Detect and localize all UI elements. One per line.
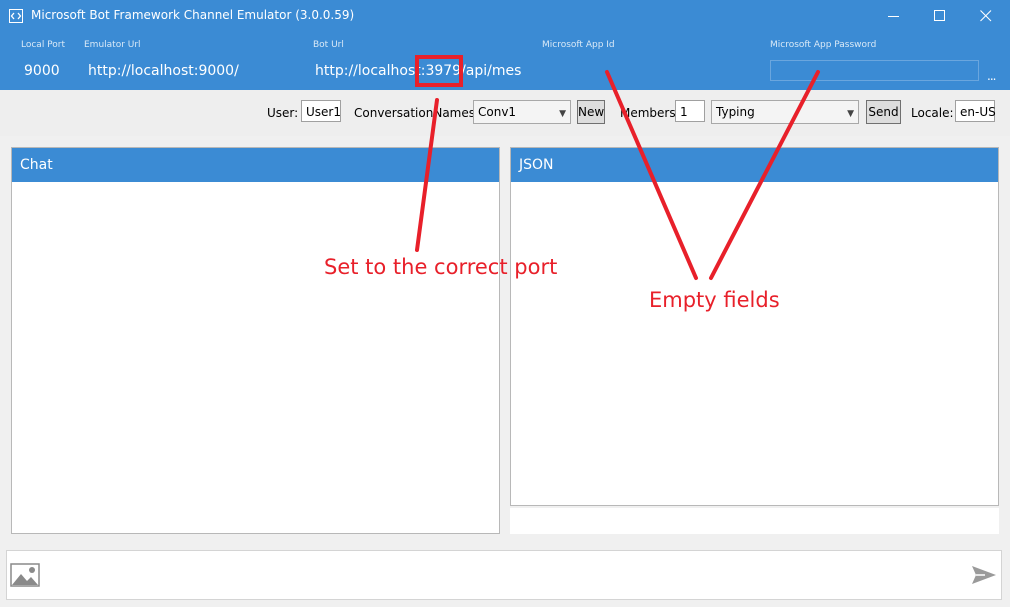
port-annotation-text: Set to the correct port — [324, 255, 558, 279]
conversation-select-value: Conv1 — [478, 105, 517, 119]
send-activity-button[interactable]: Send — [866, 100, 901, 124]
bot-url-label: Bot Url — [313, 40, 344, 50]
local-port-label: Local Port — [21, 40, 66, 50]
user-input[interactable]: User1 — [301, 100, 341, 122]
locale-input[interactable]: en-US — [955, 100, 996, 122]
emulator-url-field[interactable]: http://localhost:9000/ — [88, 63, 239, 79]
minimize-icon — [888, 16, 899, 17]
members-label: Members: — [620, 106, 680, 120]
maximize-button[interactable] — [917, 0, 963, 32]
activity-select[interactable]: Typing ▼ — [711, 100, 859, 124]
send-arrow-icon[interactable] — [971, 565, 997, 585]
conversation-names-label: ConversationNames: — [354, 106, 480, 120]
members-input[interactable]: 1 — [675, 100, 705, 122]
app-password-field[interactable] — [770, 60, 979, 81]
chevron-down-icon: ▼ — [847, 109, 854, 119]
emulator-url-label: Emulator Url — [84, 40, 141, 50]
chevron-down-icon: ▼ — [559, 109, 566, 119]
connection-header: Local Port 9000 Emulator Url http://loca… — [0, 32, 1010, 90]
activity-select-value: Typing — [716, 105, 755, 119]
chat-panel[interactable]: Chat — [11, 147, 500, 534]
maximize-icon — [934, 10, 945, 21]
minimize-button[interactable] — [871, 0, 917, 32]
locale-label: Locale: — [911, 106, 954, 120]
json-panel[interactable]: JSON — [510, 147, 999, 506]
user-label: User: — [267, 106, 299, 120]
image-attach-icon[interactable] — [10, 563, 40, 587]
empty-fields-annotation-text: Empty fields — [649, 288, 780, 312]
conversation-toolbar: User: User1 ConversationNames: Conv1 ▼ N… — [0, 90, 1010, 136]
bot-url-value: http://localhost:3979/api/messa — [315, 63, 521, 79]
close-icon — [980, 10, 992, 22]
json-panel-title: JSON — [511, 148, 998, 182]
chat-panel-title: Chat — [12, 148, 499, 182]
app-id-label: Microsoft App Id — [542, 40, 615, 50]
title-bar: Microsoft Bot Framework Channel Emulator… — [0, 0, 1010, 32]
message-compose-bar[interactable] — [6, 550, 1002, 600]
local-port-field[interactable]: 9000 — [24, 63, 60, 79]
window-title: Microsoft Bot Framework Channel Emulator… — [31, 8, 355, 22]
new-conversation-button[interactable]: New — [577, 100, 605, 124]
app-password-label: Microsoft App Password — [770, 40, 877, 50]
app-code-icon — [9, 9, 23, 23]
conversation-select[interactable]: Conv1 ▼ — [473, 100, 571, 124]
close-button[interactable] — [963, 0, 1009, 32]
json-panel-footer — [510, 508, 999, 534]
more-options-button[interactable]: ... — [987, 69, 997, 83]
bot-url-field[interactable]: http://localhost:3979/api/messa — [315, 62, 521, 84]
